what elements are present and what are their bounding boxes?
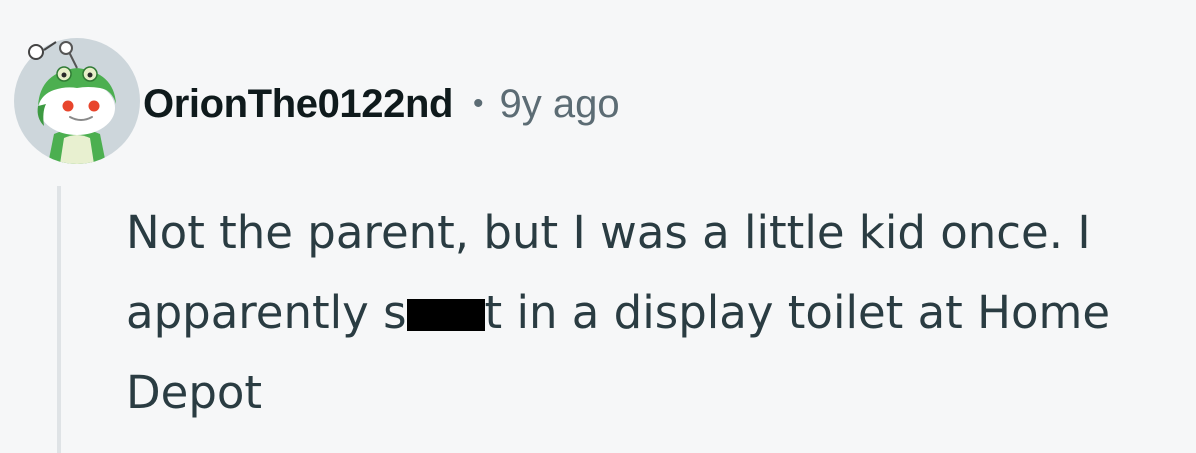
redaction-block bbox=[406, 299, 485, 331]
timestamp[interactable]: 9y ago bbox=[500, 82, 620, 127]
meta-separator: • bbox=[473, 87, 484, 120]
username-link[interactable]: OrionThe0122nd bbox=[143, 82, 453, 127]
comment-text: Not the parent, but I was a little kid o… bbox=[126, 193, 1188, 433]
comment-body: Not the parent, but I was a little kid o… bbox=[126, 193, 1188, 433]
comment-meta: OrionThe0122nd • 9y ago bbox=[143, 78, 620, 130]
thread-line[interactable] bbox=[57, 186, 61, 453]
comment: OrionThe0122nd • 9y ago Not the parent, … bbox=[0, 0, 1196, 453]
snoo-frog-hood-avatar-icon bbox=[14, 38, 140, 164]
avatar[interactable] bbox=[14, 38, 140, 164]
